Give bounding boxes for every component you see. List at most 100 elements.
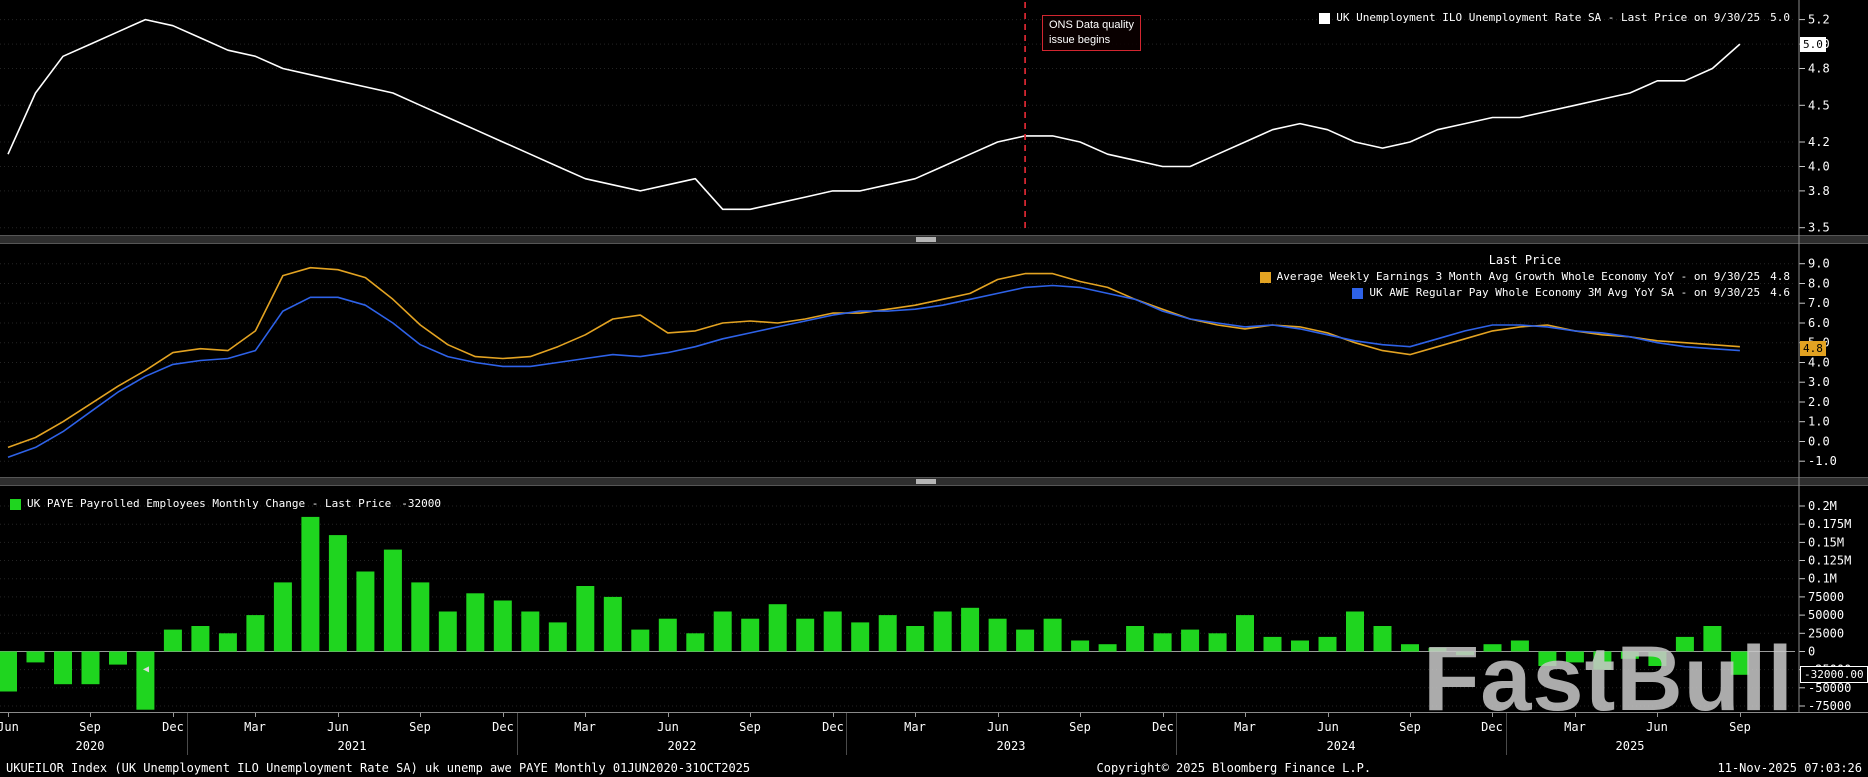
paye-bar <box>136 651 155 710</box>
legend-awe-total[interactable]: Average Weekly Earnings 3 Month Avg Grow… <box>1259 269 1790 285</box>
paye-bar <box>1236 615 1254 652</box>
x-tick-mark <box>750 713 751 717</box>
paye-bar <box>741 618 760 652</box>
x-tick-label: Dec <box>822 720 844 734</box>
x-tick-mark <box>668 713 669 717</box>
x-tick-mark <box>420 713 421 717</box>
legend-paye-label: UK PAYE Payrolled Employees Monthly Chan… <box>27 497 392 510</box>
status-security-description: UKUEILOR Index (UK Unemployment ILO Unem… <box>6 760 751 775</box>
legend-paye[interactable]: UK PAYE Payrolled Employees Monthly Chan… <box>10 496 441 512</box>
paye-bar <box>81 651 100 685</box>
paye-bar <box>1318 636 1337 652</box>
bloomberg-terminal-chart-window: 5.2 5.0 4.8 4.5 4.2 4.0 3.8 3.5 9.0 8.0 7.0 6.0 5.0 4… <box>0 0 1868 777</box>
year-boundary-line <box>1506 713 1507 755</box>
paye-bar <box>301 516 320 652</box>
year-boundary-line <box>1176 713 1177 755</box>
y-tick-label: 9.0 <box>1808 257 1830 271</box>
x-tick-label: Mar <box>1564 720 1586 734</box>
legend-unemployment[interactable]: UK Unemployment ILO Unemployment Rate SA… <box>1319 10 1790 26</box>
paye-bar <box>246 615 265 652</box>
year-boundary-line <box>187 713 188 755</box>
ons-data-quality-annotation: ONS Data quality issue begins <box>1042 15 1141 51</box>
paye-bar <box>1291 640 1309 652</box>
status-bar: UKUEILOR Index (UK Unemployment ILO Unem… <box>0 758 1868 777</box>
x-tick-label: Mar <box>904 720 926 734</box>
y-tick-label: 6.0 <box>1808 316 1830 330</box>
paye-bar <box>1208 633 1227 652</box>
status-copyright: Copyright© 2025 Bloomberg Finance L.P. <box>1096 760 1372 775</box>
paye-bar <box>823 611 842 652</box>
paye-bar <box>466 593 485 652</box>
paye-bar <box>768 604 787 652</box>
y-tick-label: 0.15M <box>1808 535 1844 549</box>
paye-bar <box>0 651 17 692</box>
paye-bar <box>1401 644 1419 652</box>
paye-bar <box>1456 651 1474 656</box>
x-tick-label: Jun <box>0 720 19 734</box>
y-tick-label: 8.0 <box>1808 277 1830 291</box>
legend-earnings-title: Last Price <box>1488 253 1561 267</box>
y-tick-label: 4.5 <box>1808 98 1830 112</box>
paye-bar <box>603 596 622 652</box>
paye-bar <box>576 586 595 652</box>
x-tick-mark <box>1575 713 1576 717</box>
paye-bar <box>1483 644 1502 652</box>
panel-divider-bottom[interactable] <box>0 477 1868 486</box>
paye-bar <box>988 618 1007 652</box>
x-tick-label: Sep <box>79 720 101 734</box>
x-tick-mark <box>1492 713 1493 717</box>
left-arrow-marker: ◀ <box>143 664 150 675</box>
y-tick-label: 0.0 <box>1808 435 1830 449</box>
paye-bar <box>1648 651 1667 666</box>
x-year-label: 2020 <box>75 739 105 753</box>
paye-bar <box>658 618 677 652</box>
awe-total-series-swatch <box>1259 271 1271 283</box>
x-tick-mark <box>1657 713 1658 717</box>
x-tick-label: Sep <box>409 720 431 734</box>
y-tick-label: 0.1M <box>1808 572 1837 586</box>
x-tick-label: Sep <box>1069 720 1091 734</box>
paye-bar <box>218 633 237 652</box>
paye-bar <box>191 626 210 652</box>
y-tick-label: 5.2 <box>1808 13 1830 27</box>
legend-unemployment-value: 5.0 <box>1770 11 1790 24</box>
x-tick-label: Jun <box>1317 720 1339 734</box>
y-tick-label: 25000 <box>1808 626 1844 640</box>
x-tick-label: Dec <box>1152 720 1174 734</box>
x-tick-mark <box>1328 713 1329 717</box>
x-tick-label: Jun <box>657 720 679 734</box>
last-price-box-paye: -32000.00 <box>1800 666 1868 683</box>
y-tick-label: 50000 <box>1808 608 1844 622</box>
paye-bar <box>1538 651 1557 666</box>
paye-bar <box>1263 636 1282 652</box>
y-tick-label: 4.8 <box>1808 62 1830 76</box>
chart-canvas[interactable]: 5.2 5.0 4.8 4.5 4.2 4.0 3.8 3.5 9.0 8.0 7.0 6.0 5.0 4… <box>0 0 1868 712</box>
paye-bar <box>1703 626 1722 652</box>
paye-bar <box>1510 640 1529 652</box>
legend-awe-regular-value: 4.6 <box>1770 286 1790 299</box>
year-boundary-line <box>517 713 518 755</box>
paye-bar <box>1181 629 1200 652</box>
panel-divider-top[interactable] <box>0 235 1868 244</box>
y-tick-label: 0.2M <box>1808 499 1837 513</box>
x-tick-mark <box>173 713 174 717</box>
y-tick-label: -75000 <box>1808 699 1851 712</box>
y-tick-label: 0 <box>1808 645 1815 659</box>
y-tick-label: 4.0 <box>1808 160 1830 174</box>
x-tick-mark <box>8 713 9 717</box>
x-tick-mark <box>338 713 339 717</box>
paye-bar <box>1730 651 1749 675</box>
x-tick-label: Jun <box>1646 720 1668 734</box>
paye-bar <box>906 626 925 652</box>
paye-bar <box>796 618 815 652</box>
y-tick-label: 4.2 <box>1808 135 1830 149</box>
x-tick-label: Jun <box>327 720 349 734</box>
paye-bar <box>1675 636 1694 652</box>
y-tick-label: 3.5 <box>1808 221 1830 235</box>
x-tick-mark <box>90 713 91 717</box>
x-year-label: 2025 <box>1615 739 1645 753</box>
x-tick-label: Mar <box>574 720 596 734</box>
x-tick-mark <box>1163 713 1164 717</box>
paye-bar <box>961 607 980 652</box>
legend-awe-regular[interactable]: UK AWE Regular Pay Whole Economy 3M Avg … <box>1352 285 1790 301</box>
